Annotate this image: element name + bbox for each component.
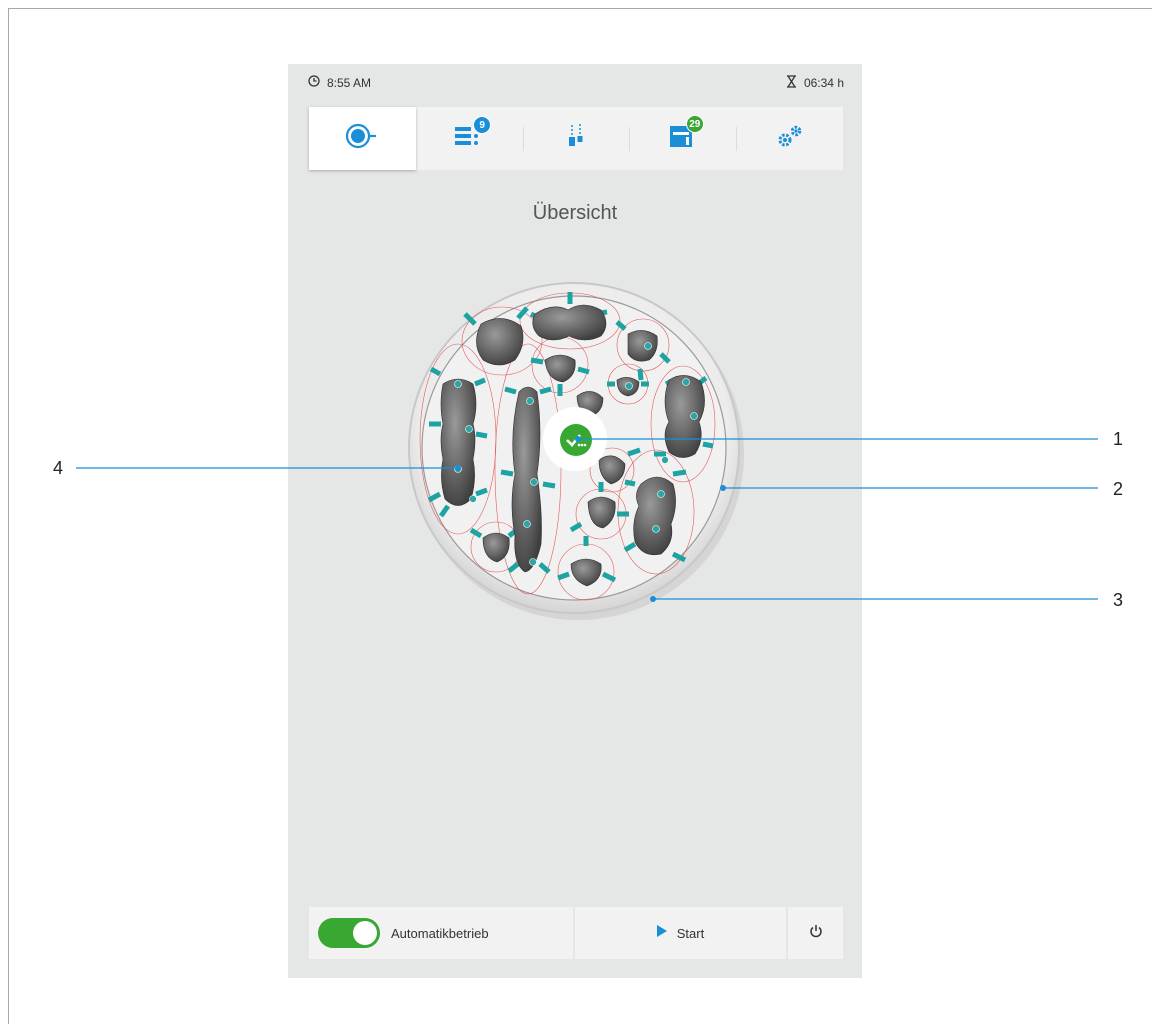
- status-bar: 8:55 AM 06:34 h: [288, 64, 862, 100]
- tab-overview[interactable]: [309, 107, 416, 170]
- auto-mode-toggle[interactable]: [318, 918, 380, 948]
- power-icon: [809, 924, 823, 943]
- callout-4: 4: [53, 458, 64, 478]
- tab-job-list[interactable]: 9: [416, 107, 523, 170]
- magazine-count-badge: 29: [685, 115, 704, 133]
- callout-3: 3: [1113, 590, 1124, 610]
- bottom-bar: Automatikbetrieb Start: [309, 907, 843, 959]
- start-label: Start: [676, 925, 705, 941]
- tools-icon: [561, 122, 591, 155]
- job-list-icon: 9: [451, 116, 492, 155]
- main-tab-bar: 9 29: [309, 107, 843, 170]
- machine-screen: 8:55 AM 06:34 h 9 29 Übersicht Automatik…: [288, 64, 862, 978]
- auto-mode-cell: Automatikbetrieb: [309, 907, 573, 959]
- play-icon: [656, 924, 667, 942]
- start-button[interactable]: Start: [575, 907, 786, 959]
- auto-mode-label: Automatikbetrieb: [391, 925, 489, 941]
- callout-2: 2: [1113, 479, 1124, 499]
- status-time: 8:55 AM: [327, 75, 372, 90]
- overview-icon: [344, 122, 380, 155]
- callout-1: 1: [1113, 429, 1124, 449]
- tab-settings[interactable]: [736, 107, 843, 170]
- page-title: Übersicht: [532, 202, 618, 224]
- job-count-badge: 9: [473, 116, 492, 134]
- blank-disc[interactable]: [403, 274, 749, 620]
- material-magazine-icon: 29: [665, 115, 704, 155]
- clock-icon: [308, 75, 320, 90]
- tab-material-magazine[interactable]: 29: [629, 107, 736, 170]
- remaining-time: 06:34 h: [803, 76, 844, 90]
- job-status-check-icon[interactable]: [560, 424, 592, 456]
- tab-tools[interactable]: [522, 107, 630, 170]
- hourglass-icon: [786, 75, 797, 91]
- settings-gears-icon: [773, 122, 807, 155]
- power-button[interactable]: [788, 907, 843, 959]
